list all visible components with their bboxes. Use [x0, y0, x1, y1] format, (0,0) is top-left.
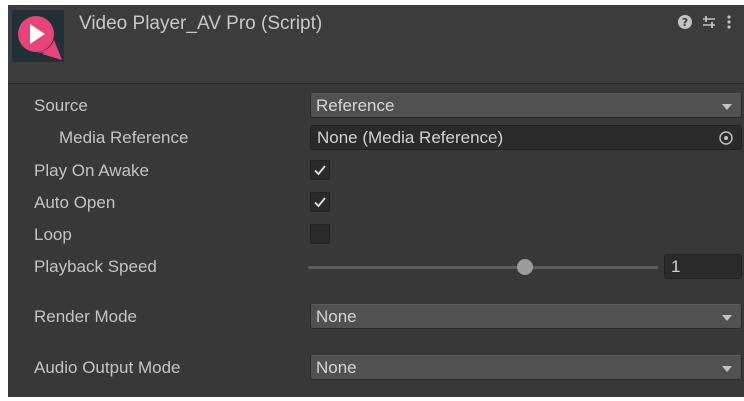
audio-output-mode-row: Audio Output Mode None	[8, 354, 744, 382]
audio-output-mode-dropdown[interactable]: None	[310, 355, 742, 380]
dropdown-arrow-icon	[722, 315, 732, 321]
playback-speed-slider-track[interactable]	[308, 266, 658, 269]
inspector-component-panel: Video Player_AV Pro (Script) ? Source Re…	[8, 5, 744, 397]
object-picker-icon[interactable]	[718, 130, 734, 146]
media-reference-label: Media Reference	[59, 128, 189, 147]
auto-open-row: Auto Open	[8, 189, 744, 217]
render-mode-dropdown[interactable]: None	[310, 304, 742, 329]
checkmark-icon	[314, 165, 326, 176]
audio-output-mode-value: None	[316, 358, 357, 377]
play-on-awake-row: Play On Awake	[8, 157, 744, 185]
playback-speed-value: 1	[671, 257, 681, 276]
media-reference-field[interactable]: None (Media Reference)	[310, 125, 742, 150]
more-menu-icon[interactable]	[724, 13, 734, 31]
media-reference-row: Media Reference None (Media Reference)	[8, 124, 744, 152]
component-title: Video Player_AV Pro (Script)	[79, 13, 323, 34]
render-mode-label: Render Mode	[34, 307, 138, 326]
auto-open-checkbox[interactable]	[310, 192, 330, 212]
loop-label: Loop	[34, 225, 72, 244]
dropdown-arrow-icon	[722, 366, 732, 372]
dropdown-arrow-icon	[722, 104, 732, 110]
loop-row: Loop	[8, 221, 744, 249]
playback-speed-input[interactable]: 1	[664, 254, 742, 279]
source-row: Source Reference	[8, 92, 744, 120]
play-on-awake-checkbox[interactable]	[310, 160, 330, 180]
checkmark-icon	[314, 197, 326, 208]
playback-speed-slider-thumb[interactable]	[517, 259, 533, 275]
render-mode-value: None	[316, 307, 357, 326]
playback-speed-row: Playback Speed 1	[8, 253, 744, 281]
playback-speed-label: Playback Speed	[34, 257, 157, 276]
preset-sliders-icon[interactable]	[700, 13, 718, 31]
help-icon[interactable]: ?	[676, 13, 694, 31]
play-on-awake-label: Play On Awake	[34, 161, 149, 180]
source-label: Source	[34, 96, 88, 115]
source-value: Reference	[316, 96, 395, 115]
av-pro-logo-icon	[12, 10, 64, 62]
render-mode-row: Render Mode None	[8, 303, 744, 331]
component-header[interactable]: Video Player_AV Pro (Script) ?	[8, 5, 744, 84]
audio-output-mode-label: Audio Output Mode	[34, 358, 181, 377]
loop-checkbox[interactable]	[310, 224, 330, 244]
media-reference-value: None (Media Reference)	[317, 128, 504, 147]
auto-open-label: Auto Open	[34, 193, 116, 212]
source-dropdown[interactable]: Reference	[310, 93, 742, 118]
svg-text:?: ?	[682, 16, 688, 29]
